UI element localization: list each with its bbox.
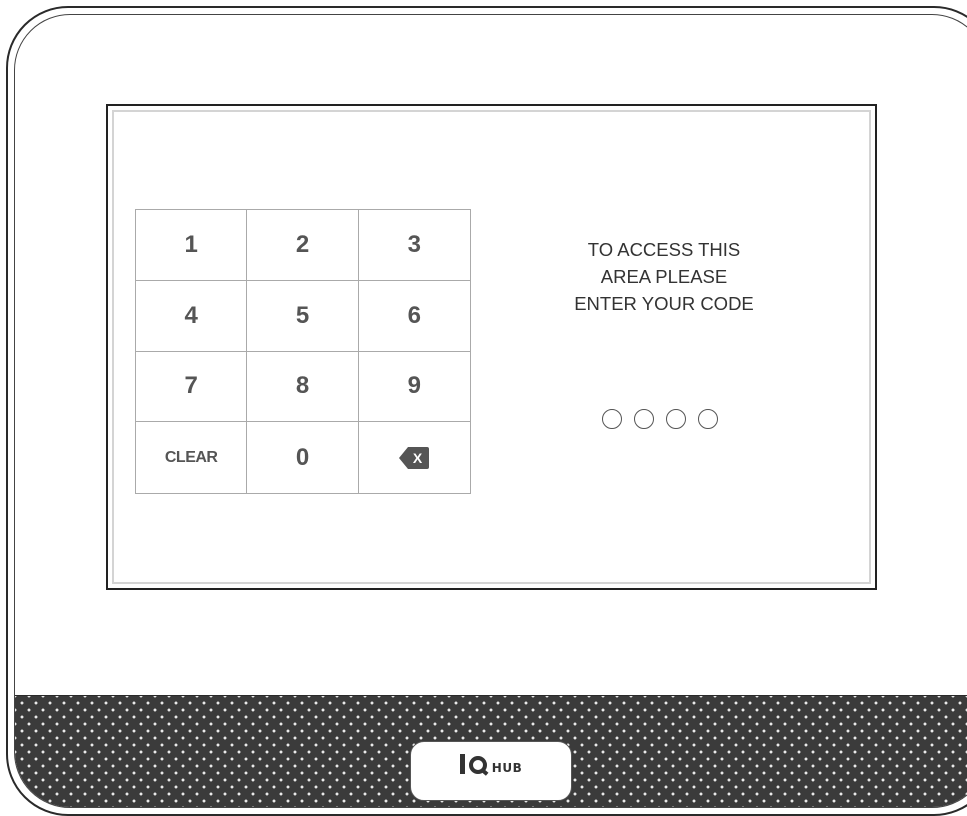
backspace-glyph: X: [413, 450, 423, 466]
access-prompt: TO ACCESS THIS AREA PLEASE ENTER YOUR CO…: [534, 236, 794, 317]
logo-hub-text: HUB: [491, 761, 523, 775]
prompt-line-3: ENTER YOUR CODE: [574, 293, 754, 314]
code-digit-indicator: [634, 409, 654, 429]
code-indicator: [602, 409, 718, 429]
key-9[interactable]: 9: [358, 351, 470, 423]
display-screen: 1 2 3 4 5 6 7 8 9 CLEAR 0 X TO ACCESS TH…: [106, 104, 877, 590]
logo-badge: HUB: [410, 741, 572, 801]
key-4[interactable]: 4: [136, 280, 248, 352]
key-3[interactable]: 3: [358, 210, 470, 281]
key-5[interactable]: 5: [247, 280, 359, 352]
logo-i-mark: [459, 754, 465, 774]
screen-content: 1 2 3 4 5 6 7 8 9 CLEAR 0 X TO ACCESS TH…: [112, 110, 871, 584]
logo-q-mark: [468, 756, 487, 774]
backspace-icon: X: [399, 446, 430, 470]
key-6[interactable]: 6: [358, 280, 470, 352]
code-digit-indicator: [698, 409, 718, 429]
code-digit-indicator: [666, 409, 686, 429]
clear-button[interactable]: CLEAR: [136, 422, 248, 493]
code-digit-indicator: [602, 409, 622, 429]
iq-hub-logo: HUB: [459, 752, 523, 775]
prompt-line-1: TO ACCESS THIS: [587, 239, 741, 260]
key-8[interactable]: 8: [247, 351, 359, 423]
prompt-line-2: AREA PLEASE: [600, 266, 728, 287]
key-1[interactable]: 1: [136, 210, 248, 281]
key-7[interactable]: 7: [136, 351, 248, 423]
keypad: 1 2 3 4 5 6 7 8 9 CLEAR 0 X: [135, 209, 471, 494]
key-0[interactable]: 0: [247, 422, 359, 493]
backspace-button[interactable]: X: [358, 422, 470, 493]
key-2[interactable]: 2: [247, 210, 359, 281]
